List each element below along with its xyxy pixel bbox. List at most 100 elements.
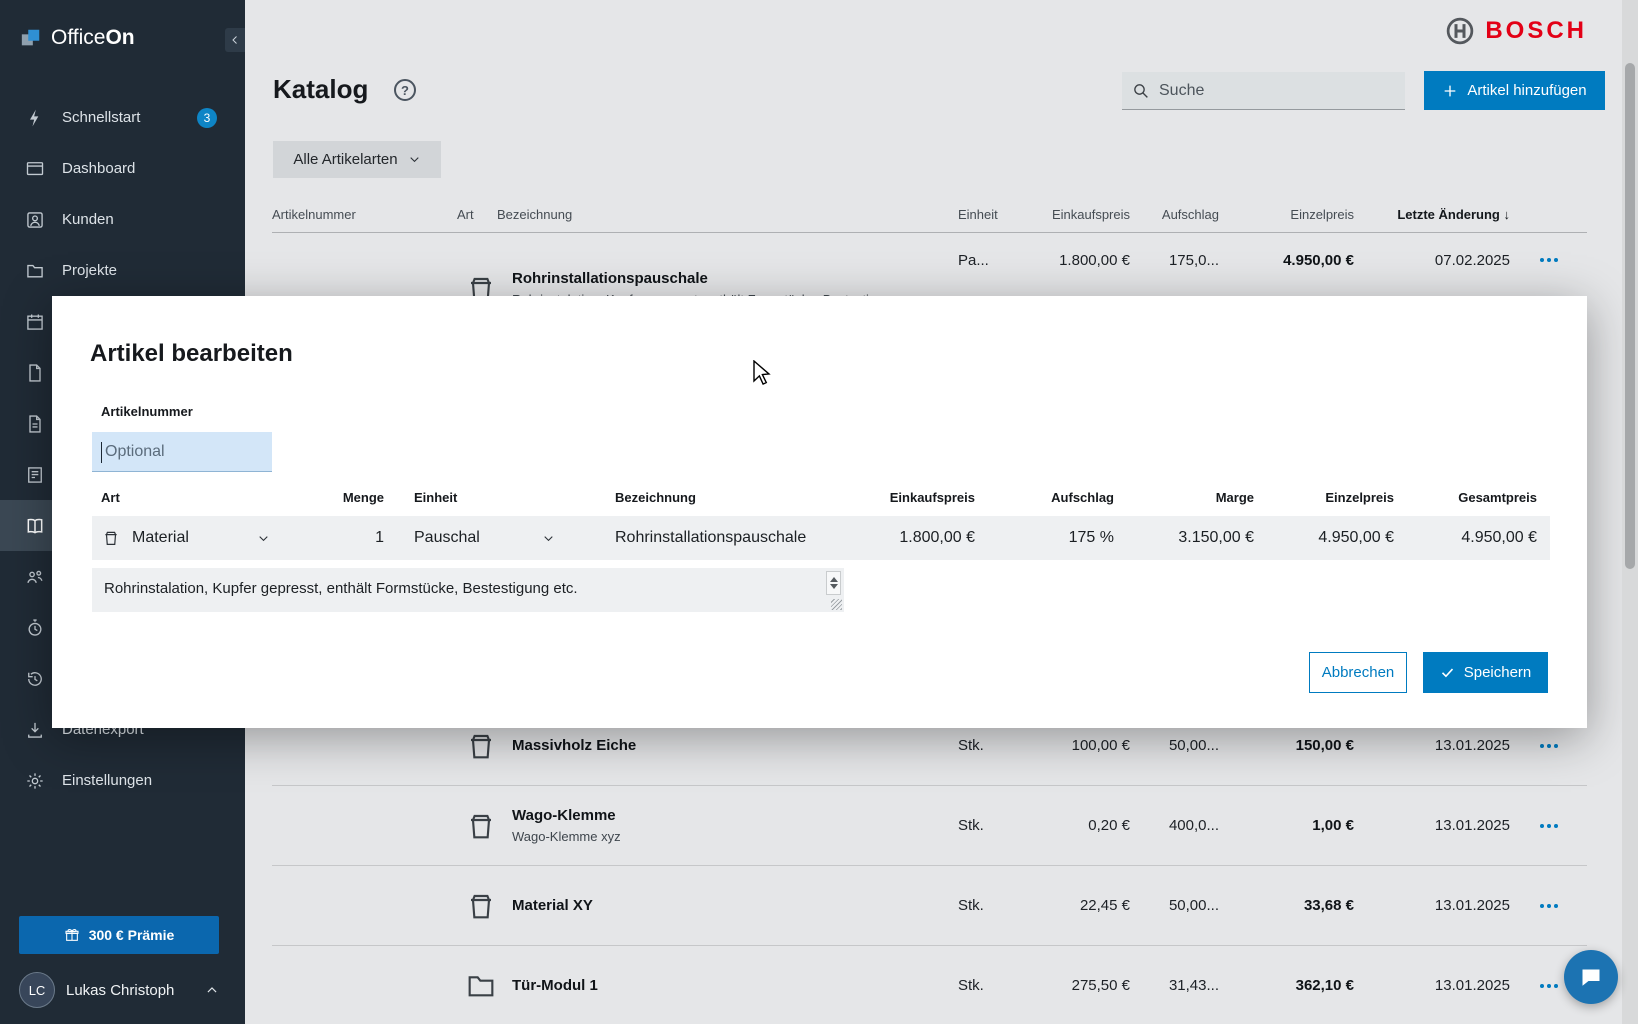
chat-icon — [1579, 965, 1603, 989]
resize-handle[interactable] — [831, 599, 842, 610]
row-actions-button[interactable] — [1510, 904, 1587, 908]
premium-label: 300 € Prämie — [89, 927, 175, 943]
column-header-einzelpreis[interactable]: Einzelpreis — [1219, 207, 1354, 222]
article-datum: 13.01.2025 — [1354, 817, 1510, 834]
contract-icon — [25, 465, 45, 485]
column-header-einkaufspreis[interactable]: Einkaufspreis — [1035, 207, 1130, 222]
spinner-up-icon — [830, 577, 838, 582]
table-row[interactable]: Material XY Stk. 22,45 € 50,00... 33,68 … — [272, 866, 1587, 946]
app-window: OfficeOn Schnellstart 3 Dashboard Kunden… — [0, 0, 1638, 1024]
row-actions-button[interactable] — [1510, 744, 1587, 748]
column-header-art[interactable]: Art — [457, 207, 497, 222]
bosch-logo: BOSCH — [1445, 16, 1587, 46]
sidebar-item-kunden[interactable]: Kunden — [0, 194, 245, 245]
column-header-bezeichnung[interactable]: Bezeichnung — [497, 207, 958, 222]
modal-column-einkaufspreis: Einkaufspreis — [875, 490, 975, 505]
sidebar-collapse-button[interactable] — [225, 28, 245, 52]
article-einheit: Stk. — [958, 817, 1035, 834]
article-einheit: Stk. — [958, 737, 1035, 754]
article-name: Rohrinstallationspauschale — [512, 268, 958, 289]
article-type-filter[interactable]: Alle Artikelarten — [273, 141, 441, 178]
scrollbar-track — [1622, 0, 1638, 1024]
modal-table-header: Art Menge Einheit Bezeichnung Einkaufspr… — [92, 490, 1550, 505]
catalog-icon — [25, 516, 45, 536]
sidebar-item-einstellungen[interactable]: Einstellungen — [0, 755, 245, 806]
document-icon — [25, 363, 45, 383]
modal-column-gesamtpreis: Gesamtpreis — [1394, 490, 1550, 505]
spinner-control[interactable] — [826, 571, 841, 595]
modal-column-art: Art — [92, 490, 302, 505]
modal-column-einheit: Einheit — [384, 490, 595, 505]
article-einkaufspreis: 275,50 € — [1035, 977, 1130, 994]
sidebar-item-projekte[interactable]: Projekte — [0, 245, 245, 296]
row-actions-button[interactable] — [1510, 824, 1587, 828]
box-icon — [465, 810, 497, 842]
chevron-up-icon — [205, 983, 219, 997]
gear-icon — [25, 771, 45, 791]
cancel-button[interactable]: Abbrechen — [1309, 652, 1407, 693]
menge-input[interactable]: 1 — [302, 516, 384, 560]
modal-column-bezeichnung: Bezeichnung — [595, 490, 875, 505]
filter-label: Alle Artikelarten — [293, 151, 397, 168]
aufschlag-input[interactable]: 175 % — [975, 516, 1114, 560]
article-name: Massivholz Eiche — [512, 735, 958, 756]
save-button[interactable]: Speichern — [1423, 652, 1548, 693]
sidebar-item-schnellstart[interactable]: Schnellstart 3 — [0, 92, 245, 143]
article-einkaufspreis: 22,45 € — [1035, 897, 1130, 914]
article-aufschlag: 50,00... — [1130, 897, 1219, 914]
column-header-artikelnummer[interactable]: Artikelnummer — [272, 207, 457, 222]
customer-icon — [25, 210, 45, 230]
team-icon — [25, 567, 45, 587]
modal-column-aufschlag: Aufschlag — [975, 490, 1114, 505]
artikelnummer-input[interactable] — [92, 432, 272, 472]
stopwatch-icon — [25, 618, 45, 638]
einheit-select[interactable]: Pauschal — [384, 516, 595, 560]
check-icon — [1440, 665, 1455, 680]
einzelpreis-value: 4.950,00 € — [1254, 516, 1394, 560]
search-input[interactable] — [1159, 82, 1395, 100]
beschreibung-textarea[interactable]: Rohrinstalation, Kupfer gepresst, enthäl… — [92, 568, 844, 612]
article-einzelpreis: 1,00 € — [1219, 817, 1354, 834]
bosch-symbol-icon — [1445, 16, 1475, 46]
table-header: Artikelnummer Art Bezeichnung Einheit Ei… — [272, 196, 1587, 233]
table-row[interactable]: Tür-Modul 1 Stk. 275,50 € 31,43... 362,1… — [272, 946, 1587, 1024]
article-name: Tür-Modul 1 — [512, 975, 958, 996]
premium-button[interactable]: 300 € Prämie — [19, 916, 219, 954]
art-select[interactable]: Material — [92, 516, 302, 560]
gesamtpreis-value: 4.950,00 € — [1394, 516, 1550, 560]
einkaufspreis-input[interactable]: 1.800,00 € — [875, 516, 975, 560]
article-datum: 07.02.2025 — [1354, 236, 1510, 269]
art-value: Material — [132, 529, 189, 547]
notification-badge: 3 — [197, 108, 217, 128]
brand-name: OfficeOn — [51, 26, 135, 50]
article-aufschlag: 50,00... — [1130, 737, 1219, 754]
bezeichnung-input[interactable]: Rohrinstallationspauschale — [595, 516, 875, 560]
sidebar-item-dashboard[interactable]: Dashboard — [0, 143, 245, 194]
article-datum: 13.01.2025 — [1354, 897, 1510, 914]
column-header-einheit[interactable]: Einheit — [958, 207, 1035, 222]
download-icon — [25, 720, 45, 740]
folder-icon — [25, 261, 45, 281]
history-icon — [25, 669, 45, 689]
user-menu[interactable]: LC Lukas Christoph — [19, 970, 233, 1010]
chat-fab-button[interactable] — [1564, 950, 1618, 1004]
article-name: Material XY — [512, 895, 958, 916]
article-einkaufspreis: 1.800,00 € — [1035, 236, 1130, 269]
artikelnummer-label: Artikelnummer — [101, 404, 193, 419]
officeon-logo-icon — [20, 27, 42, 49]
article-datum: 13.01.2025 — [1354, 737, 1510, 754]
article-einheit: Stk. — [958, 977, 1035, 994]
scrollbar-thumb[interactable] — [1625, 63, 1635, 569]
article-aufschlag: 175,0... — [1130, 236, 1219, 269]
table-row[interactable]: Wago-Klemme Wago-Klemme xyz Stk. 0,20 € … — [272, 786, 1587, 866]
sidebar-item-label: Projekte — [62, 262, 117, 279]
column-header-aufschlag[interactable]: Aufschlag — [1130, 207, 1219, 222]
sidebar-item-label: Schnellstart — [62, 109, 140, 126]
add-article-button[interactable]: Artikel hinzufügen — [1424, 71, 1605, 110]
chevron-left-icon — [229, 34, 241, 46]
row-actions-button[interactable] — [1510, 236, 1587, 262]
help-button[interactable]: ? — [394, 79, 416, 101]
app-logo: OfficeOn — [20, 26, 135, 50]
avatar: LC — [19, 972, 55, 1008]
column-header-letzte-aenderung[interactable]: Letzte Änderung ↓ — [1354, 207, 1510, 222]
